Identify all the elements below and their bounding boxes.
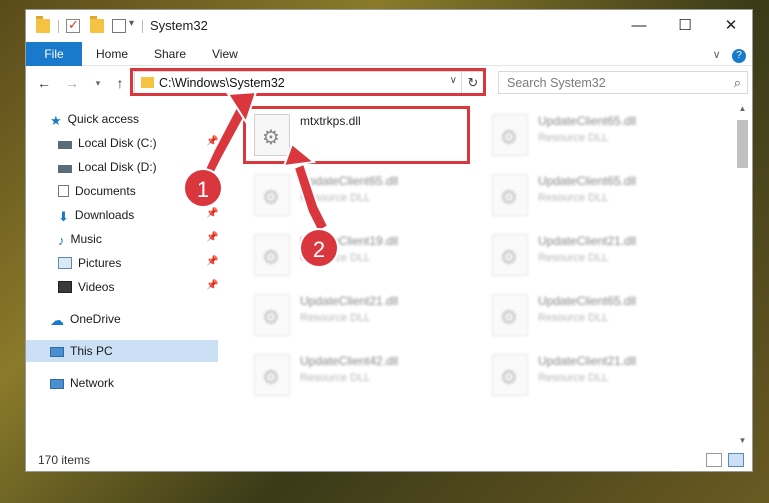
arrowhead-2 (282, 142, 317, 168)
arrow-2 (292, 162, 330, 234)
step-badge-1: 1 (183, 168, 223, 208)
annotation-arrows (198, 90, 330, 234)
step-badge-2: 2 (299, 228, 339, 268)
